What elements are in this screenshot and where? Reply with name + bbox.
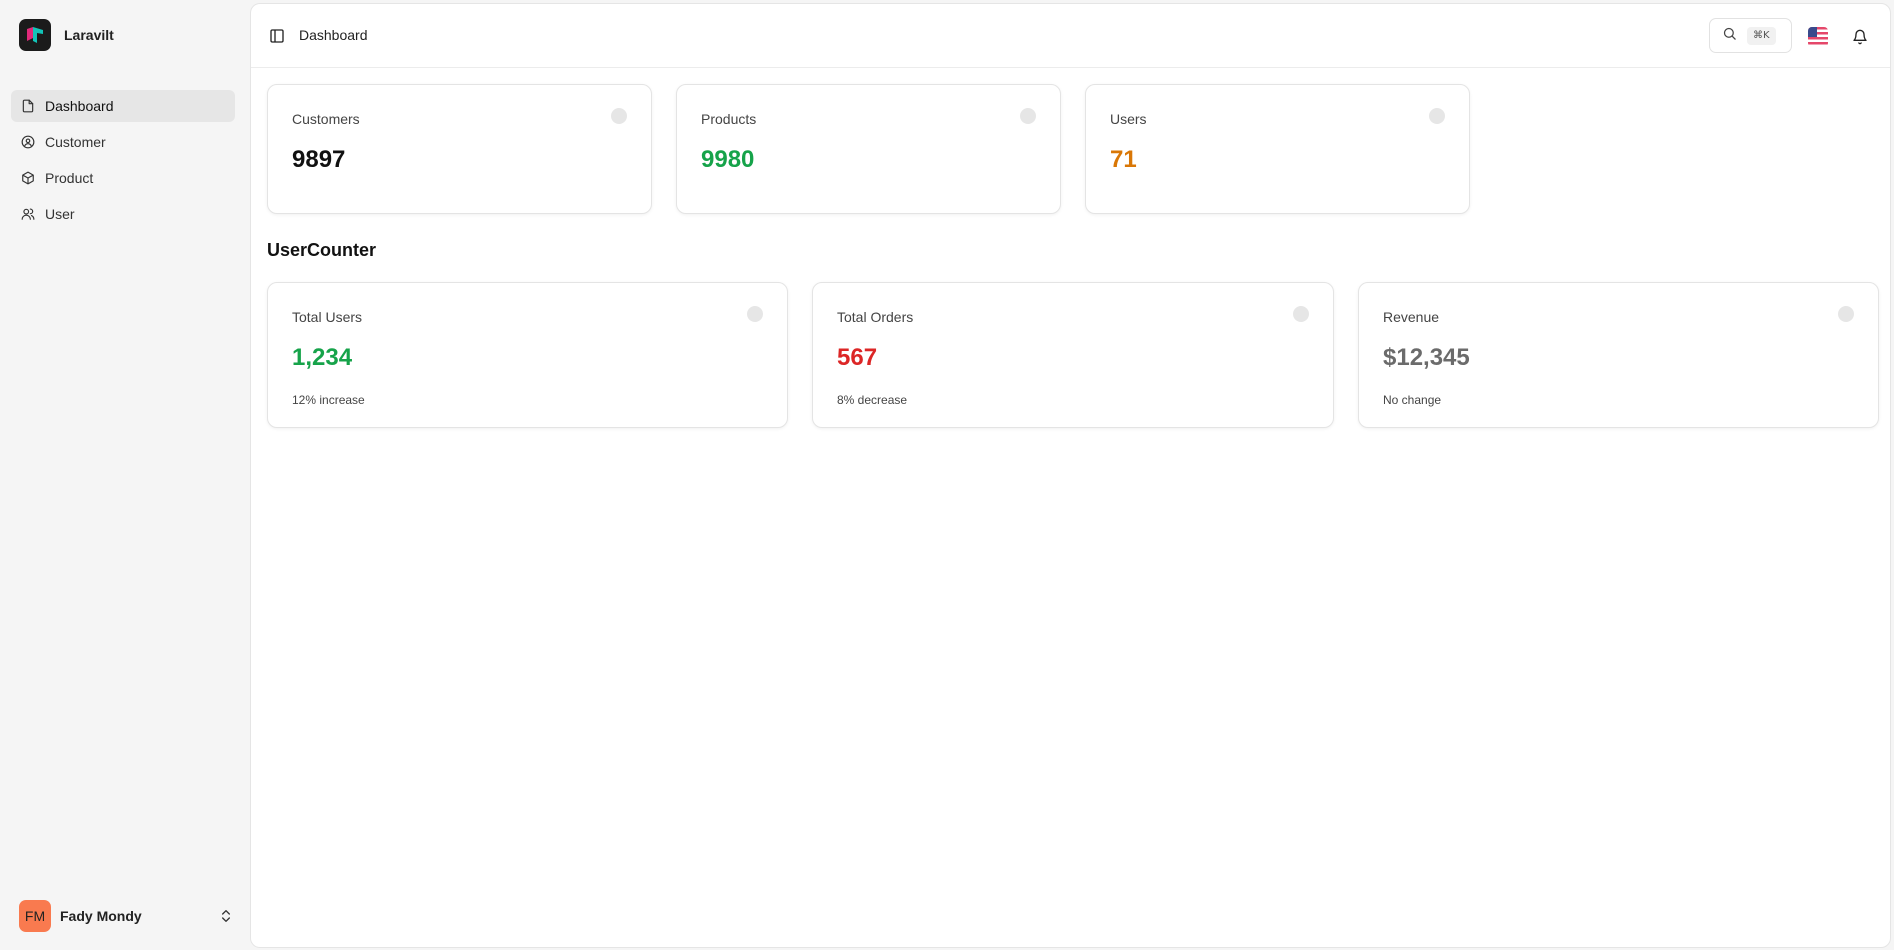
- sidebar-toggle-icon[interactable]: [269, 28, 285, 44]
- stat-value: 71: [1110, 146, 1137, 173]
- sidebar-item-product[interactable]: Product: [11, 162, 235, 194]
- counter-indicator-icon: [1838, 306, 1854, 322]
- stat-value: 9897: [292, 146, 346, 173]
- counter-value: $12,345: [1383, 344, 1470, 371]
- sidebar-item-dashboard[interactable]: Dashboard: [11, 90, 235, 122]
- brand[interactable]: Laravilt: [19, 19, 114, 51]
- topbar: Dashboard ⌘K: [251, 4, 1890, 68]
- avatar: FM: [19, 899, 51, 932]
- app-name: Laravilt: [64, 27, 114, 43]
- stat-card-users: Users 71: [1085, 84, 1470, 214]
- counter-indicator-icon: [1293, 306, 1309, 322]
- stat-indicator-icon: [611, 108, 627, 124]
- counter-value: 1,234: [292, 344, 353, 371]
- stat-label: Products: [701, 111, 757, 127]
- counter-value: 567: [837, 344, 878, 371]
- counter-label: Total Users: [292, 309, 363, 325]
- counter-description: No change: [1383, 393, 1442, 407]
- counter-description: 8% decrease: [837, 393, 908, 407]
- bell-icon[interactable]: [1852, 29, 1868, 45]
- counter-label: Revenue: [1383, 309, 1440, 325]
- stat-card-customers: Customers 9897: [267, 84, 652, 214]
- breadcrumb: Dashboard: [299, 27, 368, 43]
- user-circle-icon: [20, 134, 36, 150]
- sidebar-item-label: Dashboard: [45, 98, 114, 114]
- counter-card-revenue: Revenue $12,345 No change: [1358, 282, 1879, 428]
- sidebar-item-label: User: [45, 206, 75, 222]
- chevrons-up-down-icon: [218, 908, 234, 924]
- section-title: UserCounter: [267, 240, 377, 260]
- counter-description: 12% increase: [292, 393, 365, 407]
- sidebar-nav: Dashboard Customer Product User: [11, 90, 235, 234]
- user-name: Fady Mondy: [60, 907, 142, 924]
- stat-label: Customers: [292, 111, 360, 127]
- counter-card-total-users: Total Users 1,234 12% increase: [267, 282, 788, 428]
- sidebar-item-label: Product: [45, 170, 94, 186]
- stat-label: Users: [1110, 111, 1147, 127]
- users-icon: [20, 206, 36, 222]
- search-button[interactable]: ⌘K: [1709, 18, 1792, 53]
- search-shortcut: ⌘K: [1747, 26, 1776, 45]
- sidebar-item-customer[interactable]: Customer: [11, 126, 235, 158]
- stat-indicator-icon: [1020, 108, 1036, 124]
- counter-card-total-orders: Total Orders 567 8% decrease: [812, 282, 1334, 428]
- stat-indicator-icon: [1429, 108, 1445, 124]
- sidebar-item-label: Customer: [45, 134, 106, 150]
- sidebar: Laravilt Dashboard Customer Product User: [0, 0, 250, 950]
- stat-card-products: Products 9980: [676, 84, 1061, 214]
- counter-indicator-icon: [747, 306, 763, 322]
- stat-value: 9980: [701, 146, 755, 173]
- counter-label: Total Orders: [837, 309, 914, 325]
- main-panel: Dashboard ⌘K Customers 9897 Products 998…: [250, 3, 1891, 948]
- sidebar-item-user[interactable]: User: [11, 198, 235, 230]
- user-menu-trigger[interactable]: FM Fady Mondy: [19, 899, 234, 932]
- file-icon: [20, 98, 36, 114]
- laravilt-logo: [19, 19, 51, 51]
- us-flag-icon[interactable]: [1808, 27, 1828, 47]
- search-icon: [1722, 26, 1737, 46]
- package-icon: [20, 170, 36, 186]
